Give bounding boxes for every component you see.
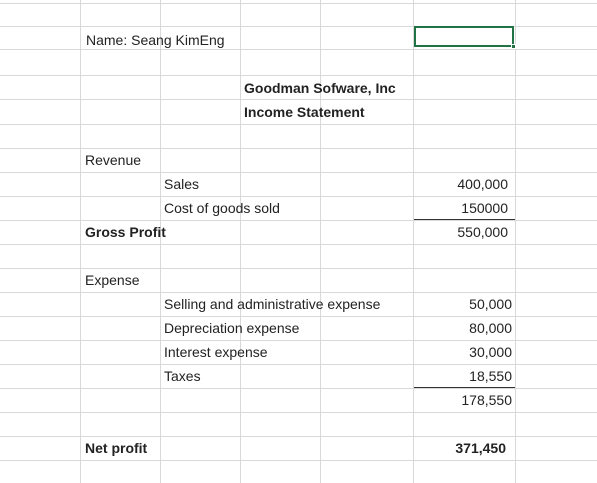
cell-gridlines xyxy=(0,0,597,483)
cogs-underline xyxy=(414,219,515,220)
sales-value[interactable]: 400,000 xyxy=(420,175,508,193)
fill-handle[interactable] xyxy=(511,44,516,49)
interest-label[interactable]: Interest expense xyxy=(164,343,268,361)
sales-label[interactable]: Sales xyxy=(164,175,199,193)
expense-heading[interactable]: Expense xyxy=(85,271,139,289)
statement-title[interactable]: Income Statement xyxy=(244,103,365,121)
taxes-value[interactable]: 18,550 xyxy=(420,367,512,385)
net-profit-label[interactable]: Net profit xyxy=(85,439,147,457)
revenue-heading[interactable]: Revenue xyxy=(85,151,141,169)
taxes-underline xyxy=(414,387,515,388)
selling-admin-value[interactable]: 50,000 xyxy=(420,295,512,313)
cogs-value[interactable]: 150000 xyxy=(420,199,508,217)
net-profit-value[interactable]: 371,450 xyxy=(420,439,506,457)
interest-value[interactable]: 30,000 xyxy=(420,343,512,361)
expense-total-value[interactable]: 178,550 xyxy=(420,391,512,409)
selling-admin-label[interactable]: Selling and administrative expense xyxy=(164,295,380,313)
taxes-label[interactable]: Taxes xyxy=(164,367,201,385)
company-name[interactable]: Goodman Sofware, Inc xyxy=(244,79,396,97)
active-cell-selection[interactable] xyxy=(414,26,514,47)
depreciation-label[interactable]: Depreciation expense xyxy=(164,319,299,337)
gross-profit-value[interactable]: 550,000 xyxy=(420,223,508,241)
gross-profit-label[interactable]: Gross Profit xyxy=(85,223,166,241)
cogs-label[interactable]: Cost of goods sold xyxy=(164,199,280,217)
depreciation-value[interactable]: 80,000 xyxy=(420,319,512,337)
name-cell[interactable]: Name: Seang KimEng xyxy=(86,31,225,49)
